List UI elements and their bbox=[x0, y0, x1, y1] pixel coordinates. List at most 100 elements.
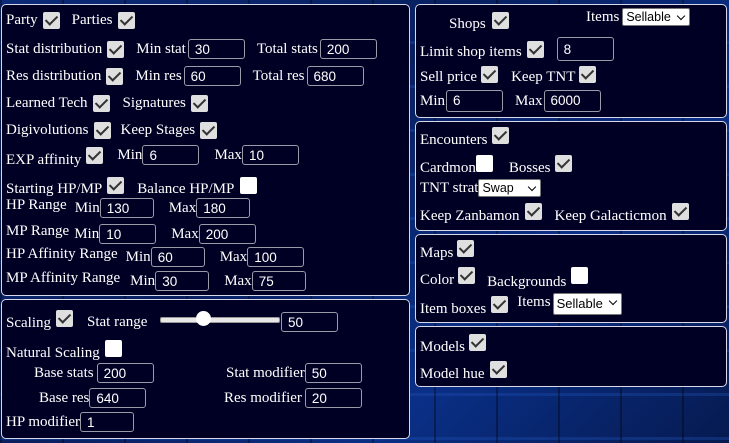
base-res-label: Base res bbox=[39, 389, 90, 406]
exp-affinity-checkbox[interactable] bbox=[86, 146, 104, 164]
natural-scaling-checkbox[interactable] bbox=[104, 340, 122, 357]
scaling-checkbox[interactable] bbox=[56, 310, 73, 327]
digivolutions-row: Digivolutions Keep Stages bbox=[6, 122, 218, 139]
tnt-strat-select[interactable]: Swap bbox=[478, 179, 542, 197]
encounters-row: Encounters bbox=[420, 127, 510, 148]
hp-min-label: Min bbox=[74, 199, 100, 216]
tnt-strat-label: TNT strat bbox=[420, 179, 479, 196]
shops-row: Shops bbox=[449, 12, 509, 32]
mpa-max-input[interactable]: 75 bbox=[251, 271, 306, 291]
learned-tech-label: Learned Tech bbox=[6, 95, 88, 111]
hp-min-input[interactable]: 130 bbox=[99, 198, 154, 218]
res-distribution-checkbox[interactable] bbox=[106, 67, 124, 85]
keep-galacticmon-checkbox[interactable] bbox=[671, 203, 689, 220]
keep-stages-checkbox[interactable] bbox=[200, 122, 218, 139]
starting-hpmp-checkbox[interactable] bbox=[107, 177, 125, 194]
stat-range-slider[interactable] bbox=[160, 311, 280, 326]
shop-items-row: Items Sellable bbox=[586, 8, 690, 26]
res-modifier-row: Res modifier 20 bbox=[224, 388, 362, 408]
sell-price-min-label: Min bbox=[420, 92, 446, 109]
keep-bosses-row: Keep Zanbamon Keep Galacticmon bbox=[420, 203, 689, 224]
stat-modifier-input[interactable]: 50 bbox=[304, 363, 362, 383]
backgrounds-checkbox[interactable] bbox=[571, 267, 589, 284]
res-modifier-label: Res modifier bbox=[224, 389, 302, 406]
sell-price-min-input[interactable]: 6 bbox=[446, 90, 504, 112]
shop-items-select[interactable]: Sellable bbox=[622, 8, 690, 26]
min-stat-input[interactable]: 30 bbox=[187, 39, 245, 59]
signatures-checkbox[interactable] bbox=[190, 95, 208, 112]
item-boxes-label: Item boxes bbox=[420, 300, 487, 317]
hp-range-row: HP Range Min 130 Max 180 bbox=[6, 197, 251, 218]
stat-range-input[interactable]: 50 bbox=[281, 312, 338, 332]
hp-affinity-range-label: HP Affinity Range bbox=[6, 245, 118, 262]
sell-price-max-input[interactable]: 6000 bbox=[543, 90, 601, 112]
total-stats-label: Total stats bbox=[256, 40, 318, 57]
mp-affinity-range-row: MP Affinity Range Min 30 Max 75 bbox=[6, 269, 306, 291]
model-hue-checkbox[interactable] bbox=[489, 361, 507, 378]
mp-min-input[interactable]: 10 bbox=[99, 224, 157, 244]
scaling-row: Scaling Stat range bbox=[6, 310, 147, 331]
party-panel: Party Parties Stat distribution Min stat… bbox=[1, 4, 410, 296]
exp-min-input[interactable]: 6 bbox=[142, 145, 200, 165]
digivolutions-checkbox[interactable] bbox=[93, 122, 111, 139]
learned-tech-checkbox[interactable] bbox=[92, 95, 110, 112]
keep-tnt-checkbox[interactable] bbox=[579, 66, 597, 83]
models-checkbox[interactable] bbox=[469, 334, 486, 351]
stat-distribution-checkbox[interactable] bbox=[107, 40, 125, 58]
sell-price-row: Sell price Keep TNT bbox=[420, 66, 597, 85]
limit-shop-items-input[interactable]: 8 bbox=[556, 37, 614, 61]
hpa-max-input[interactable]: 100 bbox=[247, 247, 305, 267]
shops-panel: Shops Items Sellable Limit shop items 8 … bbox=[415, 4, 727, 118]
map-items-label: Items bbox=[517, 293, 551, 310]
cardmon-checkbox[interactable] bbox=[475, 155, 493, 172]
party-label: Party bbox=[6, 12, 38, 28]
map-items-select[interactable]: Sellable bbox=[552, 293, 622, 315]
keep-zanbamon-label: Keep Zanbamon bbox=[420, 208, 520, 224]
encounters-checkbox[interactable] bbox=[492, 127, 510, 144]
hp-max-input[interactable]: 180 bbox=[196, 198, 251, 218]
total-res-label: Total res bbox=[252, 67, 305, 84]
models-label: Models bbox=[420, 339, 465, 355]
scaling-label: Scaling bbox=[6, 315, 51, 331]
exp-max-input[interactable]: 10 bbox=[241, 145, 299, 165]
party-checkbox[interactable] bbox=[42, 12, 60, 29]
balance-hpmp-checkbox[interactable] bbox=[240, 177, 258, 194]
mpa-min-input[interactable]: 30 bbox=[155, 271, 210, 291]
limit-shop-items-row: Limit shop items 8 bbox=[420, 37, 614, 61]
keep-zanbamon-checkbox[interactable] bbox=[524, 203, 542, 220]
cardmon-label: Cardmon bbox=[420, 160, 476, 176]
base-stats-input[interactable]: 200 bbox=[96, 363, 154, 383]
encounters-label: Encounters bbox=[420, 132, 488, 148]
natural-scaling-row: Natural Scaling bbox=[6, 340, 122, 361]
min-stat-label: Min stat bbox=[136, 40, 186, 57]
bosses-checkbox[interactable] bbox=[554, 155, 572, 172]
maps-row: Maps bbox=[420, 240, 475, 261]
min-res-input[interactable]: 60 bbox=[183, 66, 241, 86]
hp-modifier-input[interactable]: 1 bbox=[80, 412, 135, 432]
stat-range-label: Stat range bbox=[87, 314, 148, 330]
total-res-input[interactable]: 680 bbox=[306, 66, 364, 86]
mp-max-input[interactable]: 200 bbox=[198, 224, 256, 244]
hp-modifier-label: HP modifier bbox=[6, 413, 81, 430]
stat-range-slider-thumb[interactable] bbox=[196, 311, 212, 326]
shops-checkbox[interactable] bbox=[491, 12, 509, 29]
res-modifier-input[interactable]: 20 bbox=[304, 388, 362, 408]
model-hue-row: Model hue bbox=[420, 361, 507, 382]
hpa-min-input[interactable]: 60 bbox=[150, 247, 205, 267]
maps-checkbox[interactable] bbox=[457, 240, 475, 257]
sell-price-max-label: Max bbox=[515, 92, 543, 109]
sell-price-label: Sell price bbox=[420, 69, 478, 85]
stat-modifier-row: Stat modifier 50 bbox=[226, 363, 362, 383]
mp-affinity-range-label: MP Affinity Range bbox=[6, 269, 121, 286]
starting-hpmp-row: Starting HP/MP Balance HP/MP bbox=[6, 177, 258, 197]
base-res-input[interactable]: 640 bbox=[89, 388, 147, 408]
stat-distribution-row: Stat distribution Min stat 30 Total stat… bbox=[6, 39, 377, 59]
color-checkbox[interactable] bbox=[458, 267, 476, 284]
bosses-label: Bosses bbox=[508, 160, 551, 176]
item-boxes-checkbox[interactable] bbox=[491, 295, 509, 313]
limit-shop-items-checkbox[interactable] bbox=[526, 40, 544, 58]
sell-price-checkbox[interactable] bbox=[481, 66, 499, 83]
total-stats-input[interactable]: 200 bbox=[319, 39, 377, 59]
exp-affinity-row: EXP affinity Min 6 Max 10 bbox=[6, 145, 299, 168]
parties-checkbox[interactable] bbox=[117, 12, 135, 29]
